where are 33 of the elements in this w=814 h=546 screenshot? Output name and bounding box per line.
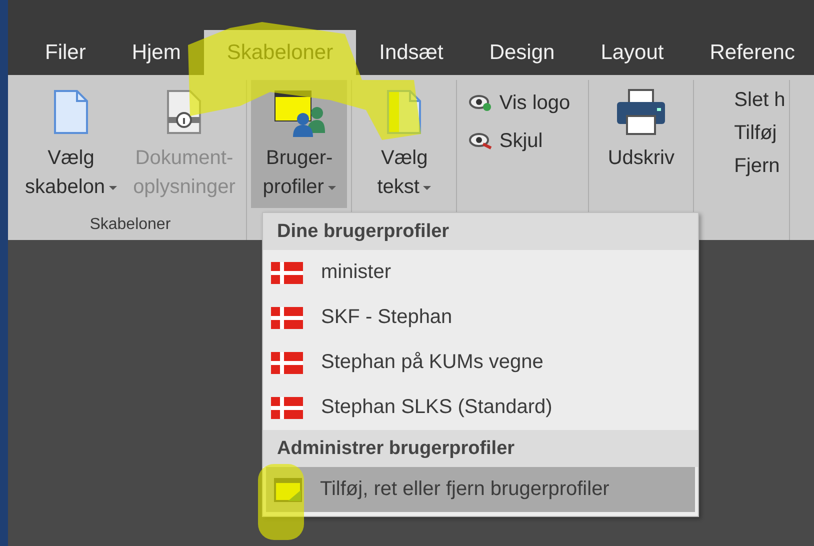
flag-icon bbox=[271, 306, 303, 328]
eye-icon bbox=[469, 94, 494, 112]
ribbon-tab[interactable]: Layout bbox=[578, 30, 687, 75]
menu-item[interactable]: Stephan på KUMs vegne bbox=[263, 340, 698, 385]
menu-item[interactable]: SKF - Stephan bbox=[263, 295, 698, 340]
ribbon-button[interactable]: Tilføj bbox=[698, 119, 786, 148]
ribbon-button[interactable]: Fjern bbox=[698, 152, 786, 181]
ribbon-button[interactable]: Slet h bbox=[698, 86, 786, 115]
ribbon-tab[interactable]: Filer bbox=[22, 30, 109, 75]
menu-item[interactable]: Stephan SLKS (Standard) bbox=[263, 385, 698, 430]
ribbon-button[interactable]: Bruger- profiler bbox=[251, 80, 348, 208]
menu-section-header: Dine brugerprofiler bbox=[263, 213, 698, 250]
ribbon-button[interactable]: Skjul bbox=[461, 124, 584, 158]
flag-icon bbox=[271, 352, 303, 374]
ribbon-button[interactable]: Vælg tekst bbox=[356, 80, 452, 208]
menu-item[interactable]: Tilføj, ret eller fjern brugerprofiler bbox=[266, 467, 695, 512]
eye-icon bbox=[469, 132, 494, 150]
group-label: Skabeloner bbox=[88, 215, 172, 235]
page-icon bbox=[386, 89, 422, 135]
ribbon-button[interactable]: Vis logo bbox=[461, 86, 584, 120]
ribbon-button[interactable]: Udskriv bbox=[593, 80, 690, 208]
page-icon bbox=[53, 89, 90, 135]
menu-section-header: Administrer brugerprofiler bbox=[263, 430, 698, 467]
ribbon-button[interactable]: Vælg skabelon bbox=[18, 80, 124, 208]
note-icon bbox=[274, 478, 302, 502]
ribbon-tab[interactable]: Design bbox=[466, 30, 578, 75]
ribbon-tab[interactable]: Referenc bbox=[686, 30, 814, 75]
flag-icon bbox=[271, 396, 303, 418]
ribbon-tab[interactable]: Indsæt bbox=[356, 30, 466, 75]
ribbon-tab[interactable]: Hjem bbox=[108, 30, 204, 75]
flag-icon bbox=[271, 262, 303, 284]
printer-icon bbox=[615, 88, 668, 136]
menu-item[interactable]: minister bbox=[263, 250, 698, 295]
